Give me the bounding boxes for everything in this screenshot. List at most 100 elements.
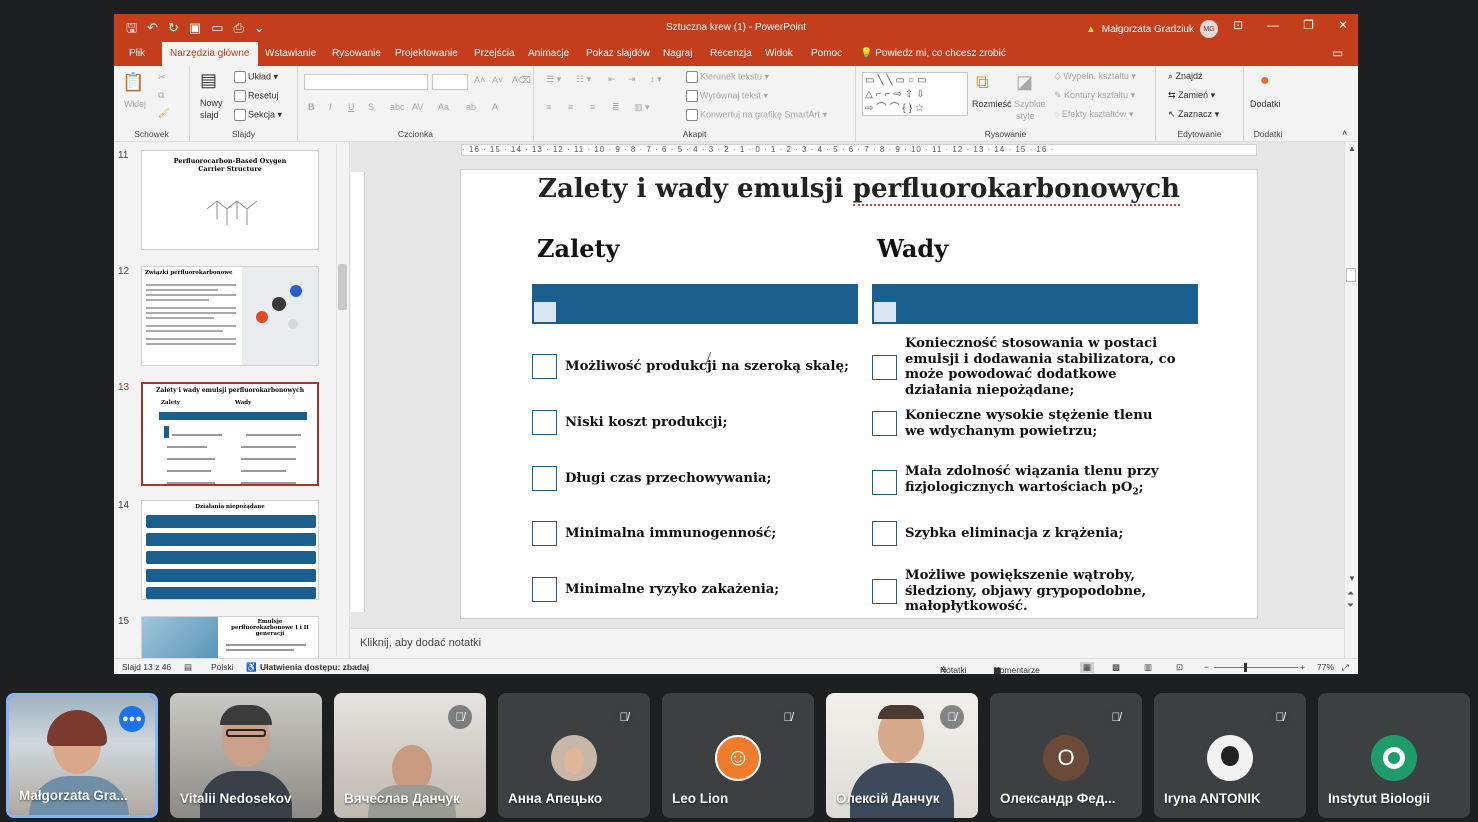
tab-nagraj[interactable]: Nagraj <box>663 48 692 59</box>
previous-slide-icon[interactable]: ⏶ <box>1347 588 1354 599</box>
thumbnail-slide-15[interactable]: Emulsje perfluorokarbonowe I i II genera… <box>141 616 319 658</box>
participant-tile[interactable]: ☺ 🎙̸ Leo Lion <box>662 693 814 818</box>
tab-projektowanie[interactable]: Projektowanie <box>395 48 458 59</box>
participant-tile[interactable]: 🎙̸ Вячеслав Данчук <box>334 693 486 818</box>
italic-button[interactable]: I <box>329 102 332 112</box>
list-item-wada[interactable]: Możliwe powiększenie wątroby, śledziony,… <box>872 568 1172 615</box>
section-button[interactable]: Sekcja ▾ <box>234 109 282 121</box>
smartart-button[interactable]: Konwertuj na grafikę SmartArt ▾ <box>686 109 827 121</box>
addins-icon[interactable]: ● <box>1260 72 1270 90</box>
paste-icon[interactable]: 📋 <box>122 72 144 93</box>
decrease-indent-icon[interactable]: ⇤ <box>608 74 616 85</box>
list-item-wada[interactable]: Mała zdolność wiązania tlenu przy fizjol… <box>872 464 1172 501</box>
slideshow-icon[interactable]: ⊡ <box>1176 662 1183 673</box>
tab-recenzja[interactable]: Recenzja <box>710 48 752 59</box>
align-center-icon[interactable]: ≡ <box>568 102 573 112</box>
language-indicator[interactable]: Polski <box>211 662 234 672</box>
list-item-zaleta[interactable]: Niski koszt produkcji; <box>532 410 862 435</box>
format-painter-icon[interactable]: 🖌 <box>158 108 169 119</box>
font-name-combo[interactable] <box>304 74 428 90</box>
grow-font-icon[interactable]: A˄ <box>474 75 485 85</box>
zoom-level[interactable]: 77% <box>1317 662 1334 672</box>
account-area[interactable]: ▲ Małgorzata Gradziuk MG <box>1086 20 1218 38</box>
align-left-icon[interactable]: ≡ <box>546 102 551 112</box>
checkbox[interactable] <box>872 578 897 604</box>
thumbnail-scroll-thumb[interactable] <box>338 264 347 310</box>
replace-button[interactable]: ⇆ Zamień ▾ <box>1168 90 1215 101</box>
checkbox[interactable] <box>872 469 897 495</box>
checkbox[interactable] <box>872 411 897 436</box>
maximize-icon[interactable]: ❐ <box>1303 18 1314 32</box>
participant-tile[interactable]: ●●● Małgorzata Gra... <box>6 693 158 818</box>
participant-tile[interactable]: Vitalii Nedosekov <box>170 693 322 818</box>
zoom-out-icon[interactable]: − <box>1204 662 1209 672</box>
zoom-slider-thumb[interactable] <box>1244 663 1247 672</box>
font-size-combo[interactable] <box>432 74 468 90</box>
layout-button[interactable]: Układ ▾ <box>234 71 278 83</box>
notes-pane[interactable]: Kliknij, aby dodać notatki <box>351 628 1344 658</box>
highlight-icon[interactable]: ab <box>466 102 476 112</box>
ribbon-display-icon[interactable]: ⊡ <box>1233 18 1243 32</box>
accessibility-status[interactable]: Ułatwienia dostępu: zbadaj <box>260 662 369 672</box>
shape-fill-button[interactable]: ◇ Wypełn. kształtu ▾ <box>1054 71 1136 82</box>
column-heading-wady[interactable]: Wady <box>877 234 948 263</box>
tab-pokaz-slajdow[interactable]: Pokaz slajdów <box>586 48 650 59</box>
shapes-gallery[interactable]: ▭╲╲▭○▭ △⌐⌐⇨⇧⇩ ⇨⌒⌒{}☆ <box>862 72 968 116</box>
collapse-ribbon-icon[interactable]: ˄ <box>1342 128 1347 138</box>
participant-tile[interactable]: 🎙̸ Анна Апецько <box>498 693 650 818</box>
participant-tile[interactable]: 🎙̸ Iryna ANTONIK <box>1154 693 1306 818</box>
minimize-icon[interactable]: — <box>1267 18 1279 32</box>
shadow-button[interactable]: S <box>368 102 374 112</box>
participant-tile[interactable]: Instytut Biologii <box>1318 693 1470 818</box>
editor-scroll-thumb[interactable] <box>1346 268 1356 282</box>
char-spacing-icon[interactable]: AV <box>412 102 423 112</box>
quick-styles-icon[interactable]: ◪ <box>1016 72 1033 93</box>
find-button[interactable]: ⌕ Znajdź <box>1168 71 1203 82</box>
new-slide-label-1[interactable]: Nowy <box>200 98 223 108</box>
normal-view-icon[interactable]: ▦ <box>1080 662 1095 673</box>
editor-scrollbar[interactable]: ▲ ▼ ⏶ ⏷ <box>1344 142 1358 658</box>
shape-outline-button[interactable]: ✎ Kontury kształtu ▾ <box>1054 90 1135 101</box>
arrange-label[interactable]: Rozmieść <box>972 99 1012 109</box>
increase-indent-icon[interactable]: ⇥ <box>628 74 636 85</box>
line-spacing-icon[interactable]: ↕ ▾ <box>650 74 662 85</box>
copy-icon[interactable]: ⧉ <box>158 90 164 101</box>
current-slide[interactable]: Zalety i wady emulsji perfluorokarbonowy… <box>461 170 1257 618</box>
thumbnail-slide-14[interactable]: Działania niepożądane <box>141 500 319 600</box>
quick-styles-label-2[interactable]: style <box>1016 111 1035 121</box>
numbering-icon[interactable]: ☷ ▾ <box>576 74 591 85</box>
columns-icon[interactable]: ▥ ▾ <box>634 102 650 113</box>
tab-rysowanie[interactable]: Rysowanie <box>332 48 381 59</box>
list-item-zaleta[interactable]: Minimalna immunogenność; <box>532 521 862 546</box>
comments-icon[interactable]: ▭ <box>1332 46 1343 60</box>
strikethrough-icon[interactable]: abc <box>390 102 405 112</box>
quick-styles-label-1[interactable]: Szybkie <box>1014 99 1046 109</box>
thumbnail-slide-13[interactable]: Zalety i wady emulsji perfluorokarbonowy… <box>141 382 319 486</box>
zoom-slider[interactable] <box>1214 667 1298 668</box>
checkbox[interactable] <box>532 466 557 491</box>
tell-me-search[interactable]: 💡 Powiedz mi, co chcesz zrobić <box>860 48 1006 59</box>
slide-title[interactable]: Zalety i wady emulsji perfluorokarbonowy… <box>461 174 1257 206</box>
tab-przejscia[interactable]: Przejścia <box>474 48 515 59</box>
scroll-up-icon[interactable]: ▲ <box>1348 144 1356 153</box>
thumbnail-scrollbar[interactable] <box>336 144 348 656</box>
shape-effects-button[interactable]: ◌ Efekty kształtów ▾ <box>1054 109 1133 120</box>
text-direction-button[interactable]: Kierunek tekstu ▾ <box>686 71 769 83</box>
tab-pomoc[interactable]: Pomoc <box>811 48 842 59</box>
clear-format-icon[interactable]: A⌫ <box>512 75 531 86</box>
select-button[interactable]: ↖ Zaznacz ▾ <box>1168 109 1219 120</box>
list-item-zaleta[interactable]: Długi czas przechowywania; <box>532 466 862 491</box>
thumbnail-slide-11[interactable]: Perfluorocarbon-Based Oxygen Carrier Str… <box>141 150 319 250</box>
list-item-wada[interactable]: Konieczność stosowania w postaci emulsji… <box>872 336 1182 398</box>
tab-wstawianie[interactable]: Wstawianie <box>265 48 316 59</box>
shrink-font-icon[interactable]: A˅ <box>492 75 503 85</box>
thumbnail-slide-12[interactable]: Związki perfluorokarbonowe <box>141 266 319 366</box>
new-slide-label-2[interactable]: slajd <box>200 110 219 120</box>
cut-icon[interactable]: ✂ <box>158 72 166 83</box>
checkbox[interactable] <box>532 577 557 602</box>
align-text-button[interactable]: Wyrównaj tekst ▾ <box>686 90 768 102</box>
proofing-icon[interactable]: ▤ <box>184 662 192 673</box>
close-icon[interactable]: ✕ <box>1338 18 1348 32</box>
change-case-icon[interactable]: Aa <box>438 102 449 112</box>
addins-label[interactable]: Dodatki <box>1250 99 1281 109</box>
